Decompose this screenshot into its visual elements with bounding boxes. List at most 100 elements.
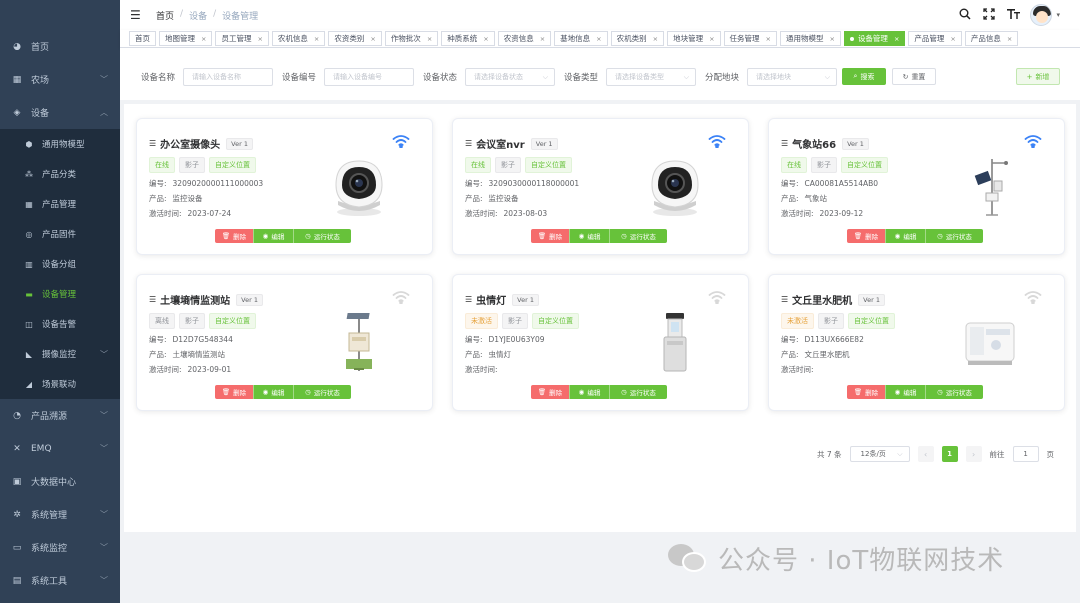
sidebar-subitem-7[interactable]: ◣ 摄像监控 ﹀: [0, 339, 120, 369]
sidebar-item-3[interactable]: ◔ 产品溯源 ﹀: [0, 399, 120, 432]
sidebar-subitem-5[interactable]: ▬ 设备管理: [0, 279, 120, 309]
tab-12[interactable]: 通用物模型 ×: [779, 31, 841, 46]
close-icon[interactable]: ×: [829, 35, 834, 43]
tab-0[interactable]: 首页: [129, 31, 156, 46]
tab-2[interactable]: 员工管理 ×: [215, 31, 269, 46]
close-icon[interactable]: ×: [540, 35, 545, 43]
close-icon[interactable]: ×: [950, 35, 955, 43]
sidebar-subitem-3[interactable]: ◎ 产品固件: [0, 219, 120, 249]
edit-button[interactable]: ◉ 编辑: [569, 229, 609, 243]
device-card[interactable]: ☰ 文丘里水肥机 Ver 1 未激活 影子 自定义位置 编号: D113UX666E82 产品:…: [768, 274, 1065, 411]
page-size-select[interactable]: 12条/页 ⌵: [849, 446, 910, 462]
sidebar-subitem-8[interactable]: ◢ 场景联动: [0, 369, 120, 399]
fullscreen-icon[interactable]: [982, 7, 996, 23]
tab-7[interactable]: 农资信息 ×: [497, 31, 552, 46]
page-number[interactable]: 1: [941, 446, 958, 462]
tab-label: 基地信息: [560, 34, 591, 43]
delete-button[interactable]: 🗑 删除: [215, 229, 253, 243]
sidebar-subitem-4[interactable]: ▥ 设备分组: [0, 249, 120, 279]
search-button[interactable]: ⌕ 搜索: [842, 68, 886, 85]
delete-button[interactable]: 🗑 删除: [215, 385, 253, 399]
sidebar-subitem-1[interactable]: ⁂ 产品分类: [0, 159, 120, 189]
edit-button[interactable]: ◉ 编辑: [885, 229, 925, 243]
tab-1[interactable]: 地图管理 ×: [159, 31, 213, 46]
device-code: 3209020000111000003: [172, 179, 264, 188]
sidebar-item-2[interactable]: ◈ 设备 ︿: [0, 96, 120, 129]
edit-button[interactable]: ◉ 编辑: [253, 385, 293, 399]
filter-select[interactable]: 请选择设备状态 ⌵: [465, 68, 556, 86]
filter-select[interactable]: 请选择设备类型 ⌵: [606, 68, 697, 86]
delete-button[interactable]: 🗑 删除: [847, 229, 885, 243]
status-badge: 未激活: [465, 313, 498, 329]
next-page-button[interactable]: ›: [965, 446, 982, 462]
tab-11[interactable]: 任务管理 ×: [723, 31, 777, 46]
tab-5[interactable]: 作物批次 ×: [384, 31, 439, 46]
close-icon[interactable]: ×: [653, 35, 658, 43]
device-card[interactable]: ☰ 会议室nvr Ver 1 在线 影子 自定义位置 编号: 3209030000118000…: [452, 118, 749, 255]
close-icon[interactable]: ×: [709, 35, 714, 43]
edit-button[interactable]: ◉ 编辑: [253, 229, 293, 243]
sidebar-subitem-6[interactable]: ◫ 设备告警: [0, 309, 120, 339]
prev-page-button[interactable]: ‹: [917, 446, 934, 462]
close-icon[interactable]: ×: [1007, 35, 1012, 43]
sidebar-item-4[interactable]: ✕ EMQ ﹀: [0, 432, 120, 465]
breadcrumb-home[interactable]: 首页: [156, 9, 174, 22]
sidebar-subitem-0[interactable]: ⬢ 通用物模型: [0, 129, 120, 159]
tab-13[interactable]: 设备管理 ×: [843, 31, 906, 46]
tab-8[interactable]: 基地信息 ×: [554, 31, 608, 46]
close-icon[interactable]: ×: [483, 35, 488, 43]
goto-page-input[interactable]: 1: [1012, 446, 1039, 462]
close-icon[interactable]: ×: [596, 35, 601, 43]
add-button[interactable]: + 新增: [1016, 68, 1060, 85]
sidebar-item-7[interactable]: ▭ 系统监控 ﹀: [0, 531, 120, 564]
close-icon[interactable]: ×: [314, 35, 319, 43]
caret-down-icon[interactable]: ▾: [1056, 11, 1060, 19]
tab-6[interactable]: 种质系统 ×: [441, 31, 495, 46]
run-status-button[interactable]: ◷ 运行状态: [609, 385, 667, 399]
sidebar-subitem-2[interactable]: ▦ 产品管理: [0, 189, 120, 219]
filter-input[interactable]: 请输入设备名称: [183, 68, 274, 86]
hamburger-icon[interactable]: ☰: [130, 8, 144, 22]
close-icon[interactable]: ×: [201, 35, 206, 43]
sidebar-item-8[interactable]: ▤ 系统工具 ﹀: [0, 564, 120, 597]
device-card[interactable]: ☰ 气象站66 Ver 1 在线 影子 自定义位置 编号: CA00081A5514AB0 产品…: [768, 118, 1065, 255]
status-badge: 在线: [465, 157, 491, 173]
filter-input[interactable]: 请输入设备编号: [324, 68, 415, 86]
font-size-icon[interactable]: [1006, 8, 1020, 23]
avatar[interactable]: [1030, 4, 1053, 26]
delete-button[interactable]: 🗑 删除: [531, 385, 569, 399]
status-badge: 在线: [149, 157, 175, 173]
tab-9[interactable]: 农机类别 ×: [610, 31, 665, 46]
sidebar-item-6[interactable]: ✲ 系统管理 ﹀: [0, 498, 120, 531]
close-icon[interactable]: ×: [427, 35, 432, 43]
filter-select[interactable]: 请选择地块 ⌵: [747, 68, 838, 86]
close-icon[interactable]: ×: [766, 35, 771, 43]
device-actions: 🗑 删除 ◉ 编辑 ◷ 运行状态: [847, 229, 983, 243]
device-card[interactable]: ☰ 虫情灯 Ver 1 未激活 影子 自定义位置 编号: D1YJE0U63Y09 产品: 虫情灯…: [452, 274, 749, 411]
sidebar-item-0[interactable]: ◕ 首页: [0, 30, 120, 63]
close-icon[interactable]: ×: [370, 35, 375, 43]
edit-button[interactable]: ◉ 编辑: [569, 385, 609, 399]
run-status-button[interactable]: ◷ 运行状态: [925, 385, 983, 399]
tab-4[interactable]: 农资类别 ×: [328, 31, 382, 46]
sidebar-item-1[interactable]: ▦ 农场 ﹀: [0, 63, 120, 96]
device-badges: 在线 影子 自定义位置: [465, 157, 572, 173]
tab-3[interactable]: 农机信息 ×: [271, 31, 326, 46]
close-icon[interactable]: ×: [894, 35, 899, 43]
delete-button[interactable]: 🗑 删除: [847, 385, 885, 399]
sidebar-item-5[interactable]: ▣ 大数据中心: [0, 465, 120, 498]
edit-button[interactable]: ◉ 编辑: [885, 385, 925, 399]
device-card[interactable]: ☰ 办公室摄像头 Ver 1 在线 影子 自定义位置 编号: 3209020000111000…: [136, 118, 433, 255]
run-status-button[interactable]: ◷ 运行状态: [293, 229, 351, 243]
reset-button[interactable]: ↻ 重置: [892, 68, 936, 85]
run-status-button[interactable]: ◷ 运行状态: [609, 229, 667, 243]
run-status-button[interactable]: ◷ 运行状态: [293, 385, 351, 399]
tab-14[interactable]: 产品管理 ×: [908, 31, 962, 46]
delete-button[interactable]: 🗑 删除: [531, 229, 569, 243]
close-icon[interactable]: ×: [257, 35, 262, 43]
tab-15[interactable]: 产品信息 ×: [964, 31, 1019, 46]
tab-10[interactable]: 地块管理 ×: [667, 31, 721, 46]
device-card[interactable]: ☰ 土壤墒情监测站 Ver 1 离线 影子 自定义位置 编号: D12D7G548344 产品:…: [136, 274, 433, 411]
search-icon[interactable]: [958, 8, 972, 23]
run-status-button[interactable]: ◷ 运行状态: [925, 229, 983, 243]
